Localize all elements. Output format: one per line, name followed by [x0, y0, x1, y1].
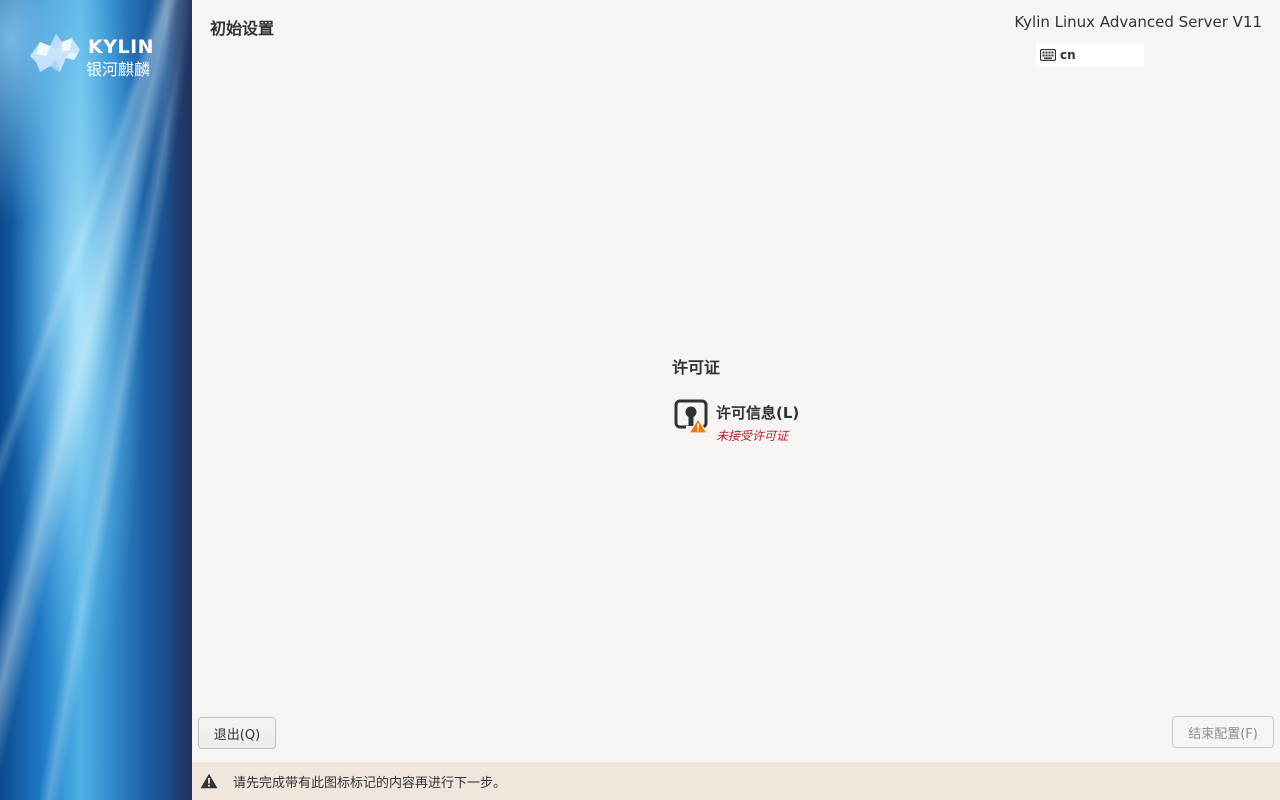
warning-bar: 请先完成带有此图标标记的内容再进行下一步。 — [192, 762, 1280, 800]
section-title-license: 许可证 — [672, 358, 721, 377]
keyboard-layout-label: cn — [1060, 47, 1076, 62]
initial-setup-window: KYLIN 银河麒麟 初始设置 Kylin Linux Advanced Ser… — [0, 0, 1280, 800]
quit-button[interactable]: 退出(Q) — [198, 717, 276, 749]
license-warning-icon — [674, 399, 709, 434]
license-info-spoke[interactable]: 许可信息(L) 未接受许可证 — [672, 398, 852, 446]
finish-configuration-button[interactable]: 结束配置(F) — [1172, 716, 1274, 748]
keyboard-layout-indicator[interactable]: cn — [1036, 43, 1144, 66]
logo-text-cn: 银河麒麟 — [86, 60, 151, 79]
sidebar-edge-shade — [166, 0, 192, 800]
logo-text-en: KYLIN — [88, 36, 155, 58]
product-name: Kylin Linux Advanced Server V11 — [1014, 13, 1262, 31]
license-info-title: 许可信息(L) — [716, 404, 800, 422]
license-info-status: 未接受许可证 — [716, 429, 789, 443]
warning-message: 请先完成带有此图标标记的内容再进行下一步。 — [233, 775, 507, 791]
page-title: 初始设置 — [210, 19, 275, 38]
keyboard-icon — [1040, 48, 1056, 61]
sidebar: KYLIN 银河麒麟 — [0, 0, 192, 800]
warning-icon — [200, 773, 218, 789]
